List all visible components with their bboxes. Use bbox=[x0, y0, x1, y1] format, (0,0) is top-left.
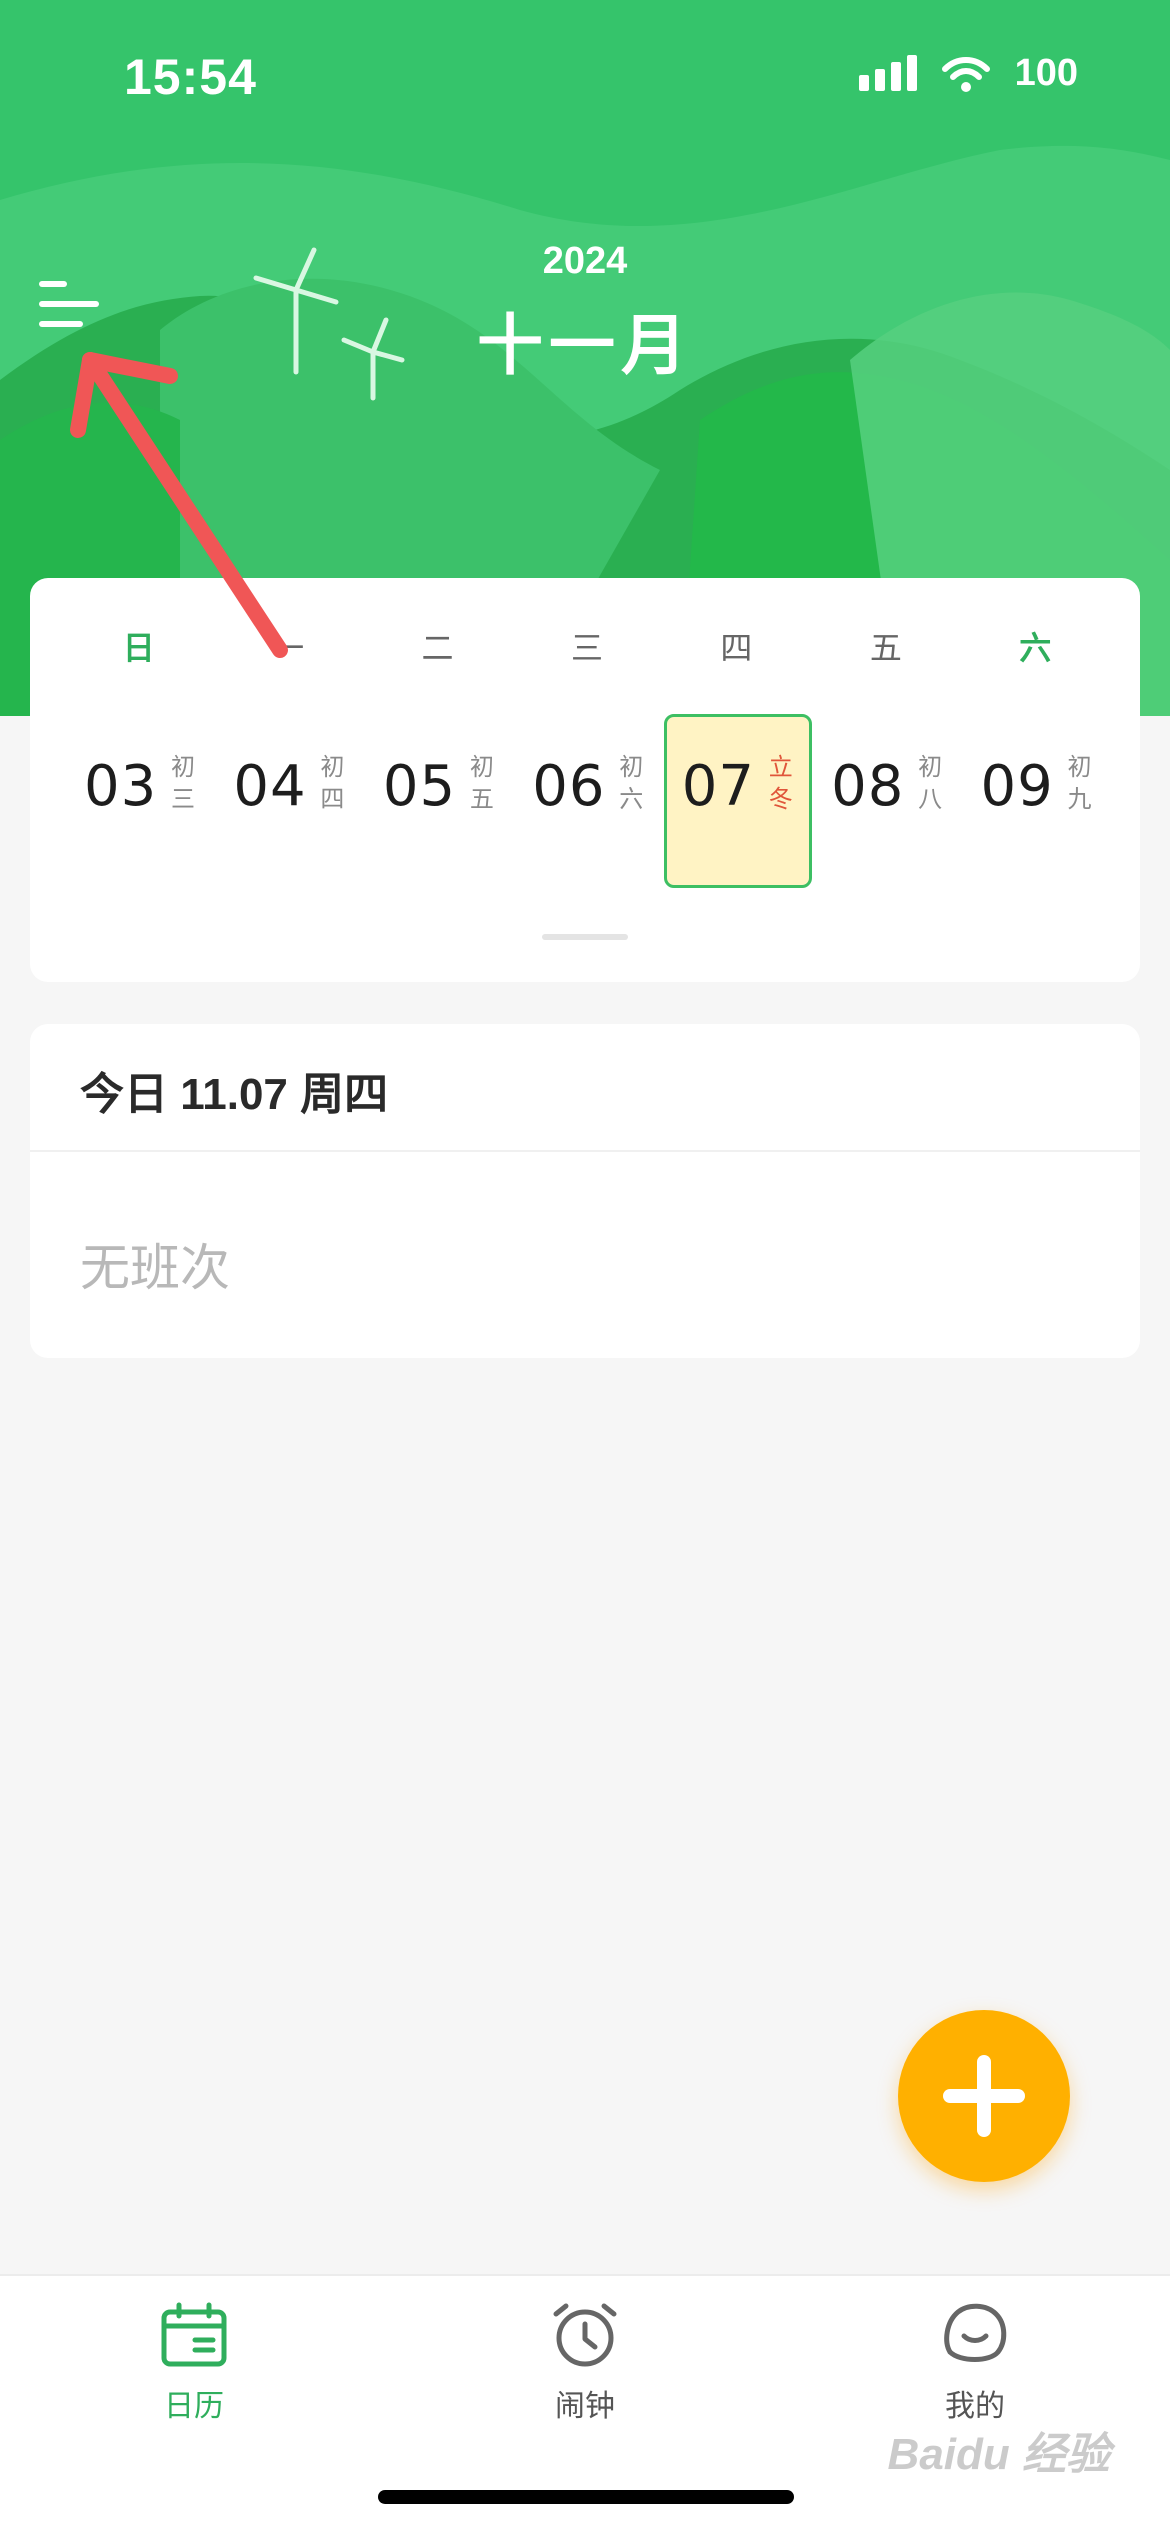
lunar-date: 初六 bbox=[619, 754, 644, 813]
status-icons: 100 bbox=[858, 52, 1078, 95]
day-cell-selected[interactable]: 07 立冬 bbox=[662, 714, 812, 892]
lunar-date: 初三 bbox=[171, 754, 195, 813]
day-number: 06 bbox=[532, 754, 606, 819]
calendar-card: 日 一 二 三 四 五 六 03 初三 04 初四 05 初五 06 初六 07… bbox=[30, 578, 1140, 982]
day-number: 04 bbox=[233, 754, 307, 819]
day-number: 03 bbox=[84, 754, 158, 819]
weekday-row: 日 一 二 三 四 五 六 bbox=[30, 618, 1140, 678]
lunar-date: 初四 bbox=[320, 754, 345, 813]
wifi-icon bbox=[941, 56, 990, 92]
day-number: 07 bbox=[681, 754, 755, 819]
watermark-logo: Baidu 经验 bbox=[887, 2430, 1110, 2479]
day-cell[interactable]: 03 初三 bbox=[64, 716, 213, 892]
expand-drag-handle[interactable] bbox=[542, 934, 628, 940]
day-cell[interactable]: 09 初九 bbox=[961, 716, 1110, 892]
day-cell[interactable]: 05 初五 bbox=[363, 716, 512, 892]
tab-label: 日历 bbox=[164, 2390, 224, 2423]
weekday-sat: 六 bbox=[1019, 630, 1052, 666]
week-days-row: 03 初三 04 初四 05 初五 06 初六 07 立冬 08 初八 09 初… bbox=[30, 714, 1140, 892]
day-cell[interactable]: 08 初八 bbox=[811, 716, 960, 892]
lunar-date: 初五 bbox=[469, 754, 494, 813]
year-label: 2024 bbox=[542, 240, 628, 282]
plus-icon bbox=[943, 2055, 1025, 2137]
alarm-clock-icon bbox=[553, 2303, 617, 2367]
tab-label: 闹钟 bbox=[555, 2390, 615, 2423]
battery-level: 100 bbox=[1014, 52, 1078, 94]
day-cell[interactable]: 06 初六 bbox=[512, 716, 661, 892]
month-title[interactable]: 十一月 bbox=[0, 292, 1170, 388]
signal-icon bbox=[858, 54, 917, 91]
solar-term: 立冬 bbox=[768, 754, 793, 813]
today-title: 今日 11.07 周四 bbox=[80, 1070, 389, 1119]
weekday-wed: 三 bbox=[570, 630, 603, 666]
profile-icon bbox=[944, 2303, 1007, 2362]
day-number: 09 bbox=[980, 754, 1054, 819]
calendar-icon bbox=[161, 2302, 227, 2367]
add-button[interactable] bbox=[898, 2010, 1070, 2182]
day-number: 05 bbox=[382, 754, 457, 819]
weekday-mon: 一 bbox=[272, 630, 305, 666]
home-indicator bbox=[378, 2490, 794, 2504]
status-time: 15:54 bbox=[124, 49, 257, 105]
weekday-sun: 日 bbox=[122, 630, 155, 666]
lunar-date: 初九 bbox=[1067, 754, 1092, 813]
today-card: 今日 11.07 周四 无班次 bbox=[30, 1024, 1140, 1358]
tab-calendar[interactable]: 日历 bbox=[74, 2302, 314, 2452]
weekday-fri: 五 bbox=[869, 630, 902, 666]
day-cell[interactable]: 04 初四 bbox=[213, 716, 362, 892]
weekday-tue: 二 bbox=[421, 630, 454, 666]
shift-status: 无班次 bbox=[80, 1240, 230, 1296]
divider bbox=[30, 1150, 1140, 1152]
lunar-date: 初八 bbox=[918, 754, 943, 813]
tab-alarm[interactable]: 闹钟 bbox=[465, 2302, 705, 2452]
day-number: 08 bbox=[831, 754, 905, 819]
weekday-thu: 四 bbox=[720, 630, 753, 666]
